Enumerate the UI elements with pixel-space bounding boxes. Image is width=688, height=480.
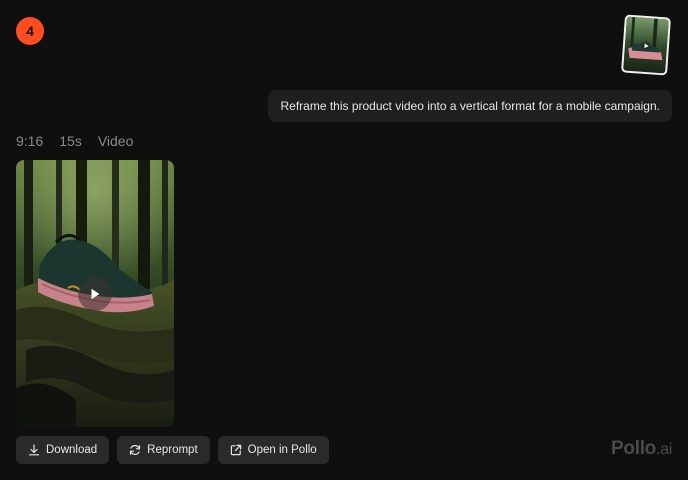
external-link-icon [230,444,241,456]
download-button[interactable]: Download [16,436,110,464]
download-label: Download [46,444,98,456]
open-in-pollo-button[interactable]: Open in Pollo [217,436,329,464]
duration: 15s [59,133,82,149]
refresh-icon [130,445,141,455]
prompt-text: Reframe this product video into a vertic… [280,99,660,113]
attached-video-thumbnail[interactable] [621,14,671,76]
reprompt-button[interactable]: Reprompt [117,436,210,464]
reprompt-label: Reprompt [147,444,198,456]
video-actions: Download Reprompt Open in Pollo [16,436,329,464]
media-type: Video [97,133,134,149]
aspect-ratio: 9:16 [16,133,44,149]
play-button[interactable] [78,277,112,311]
brand-logo: Pollo.ai [611,438,672,460]
step-badge: 4 [16,17,44,45]
open-in-pollo-label: Open in Pollo [247,444,317,456]
brand-suffix: .ai [656,441,672,458]
download-icon [28,444,40,456]
brand-name: Pollo [611,438,656,459]
generated-video[interactable] [16,160,174,427]
video-thumbnail-icon [623,16,669,74]
video-meta: 9:16 15s Video [16,133,133,149]
chat-view: 4 Reframe this product video into a vert… [0,0,688,480]
user-prompt-bubble: Reframe this product video into a vertic… [268,90,672,122]
play-icon [91,288,100,300]
